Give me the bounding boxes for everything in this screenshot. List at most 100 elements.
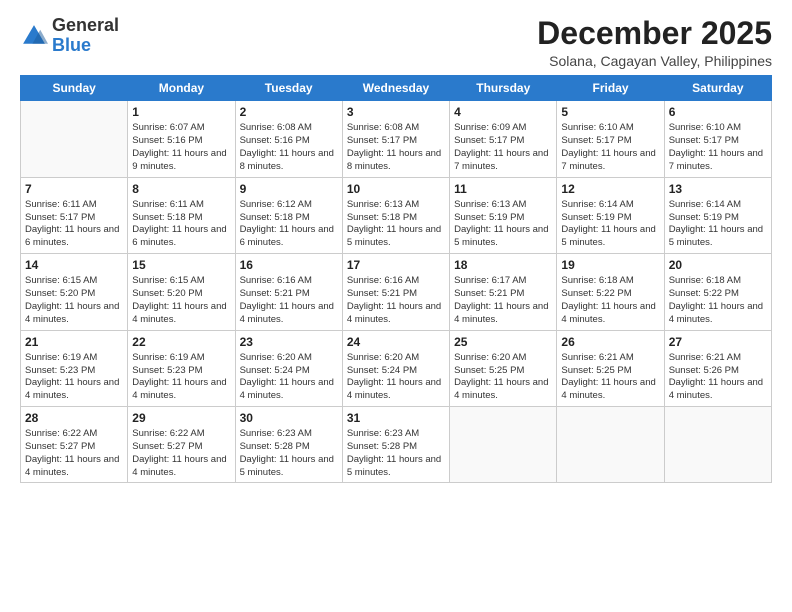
daylight-text: Daylight: 11 hours and 4 minutes.: [669, 301, 767, 327]
col-monday: Monday: [128, 76, 235, 101]
sunrise-text: Sunrise: 6:10 AM: [669, 122, 767, 135]
sunrise-text: Sunrise: 6:23 AM: [347, 428, 445, 441]
sunrise-text: Sunrise: 6:16 AM: [347, 275, 445, 288]
day-number: 14: [25, 257, 123, 273]
sunrise-text: Sunrise: 6:19 AM: [25, 352, 123, 365]
day-number: 30: [240, 410, 338, 426]
daylight-text: Daylight: 11 hours and 4 minutes.: [132, 454, 230, 480]
cell-content: 2Sunrise: 6:08 AMSunset: 5:16 PMDaylight…: [240, 104, 338, 173]
sunrise-text: Sunrise: 6:20 AM: [347, 352, 445, 365]
sunrise-text: Sunrise: 6:13 AM: [454, 199, 552, 212]
col-thursday: Thursday: [450, 76, 557, 101]
daylight-text: Daylight: 11 hours and 8 minutes.: [347, 148, 445, 174]
sunrise-text: Sunrise: 6:08 AM: [347, 122, 445, 135]
sunset-text: Sunset: 5:20 PM: [25, 288, 123, 301]
day-number: 9: [240, 181, 338, 197]
sunset-text: Sunset: 5:25 PM: [454, 365, 552, 378]
daylight-text: Daylight: 11 hours and 8 minutes.: [240, 148, 338, 174]
title-area: December 2025 Solana, Cagayan Valley, Ph…: [537, 16, 772, 69]
cell-content: 20Sunrise: 6:18 AMSunset: 5:22 PMDayligh…: [669, 257, 767, 326]
cell-content: 11Sunrise: 6:13 AMSunset: 5:19 PMDayligh…: [454, 181, 552, 250]
day-number: 18: [454, 257, 552, 273]
sunset-text: Sunset: 5:23 PM: [132, 365, 230, 378]
daylight-text: Daylight: 11 hours and 5 minutes.: [240, 454, 338, 480]
sunrise-text: Sunrise: 6:13 AM: [347, 199, 445, 212]
day-number: 16: [240, 257, 338, 273]
day-number: 20: [669, 257, 767, 273]
sunset-text: Sunset: 5:19 PM: [454, 212, 552, 225]
cell-content: 1Sunrise: 6:07 AMSunset: 5:16 PMDaylight…: [132, 104, 230, 173]
calendar-cell: 29Sunrise: 6:22 AMSunset: 5:27 PMDayligh…: [128, 406, 235, 482]
daylight-text: Daylight: 11 hours and 5 minutes.: [347, 224, 445, 250]
daylight-text: Daylight: 11 hours and 9 minutes.: [132, 148, 230, 174]
col-wednesday: Wednesday: [342, 76, 449, 101]
sunset-text: Sunset: 5:20 PM: [132, 288, 230, 301]
daylight-text: Daylight: 11 hours and 5 minutes.: [347, 454, 445, 480]
daylight-text: Daylight: 11 hours and 4 minutes.: [347, 301, 445, 327]
col-friday: Friday: [557, 76, 664, 101]
calendar-cell: 6Sunrise: 6:10 AMSunset: 5:17 PMDaylight…: [664, 101, 771, 177]
sunrise-text: Sunrise: 6:14 AM: [669, 199, 767, 212]
calendar-cell: 27Sunrise: 6:21 AMSunset: 5:26 PMDayligh…: [664, 330, 771, 406]
calendar-cell: 7Sunrise: 6:11 AMSunset: 5:17 PMDaylight…: [21, 177, 128, 253]
day-number: 7: [25, 181, 123, 197]
sunset-text: Sunset: 5:17 PM: [347, 135, 445, 148]
cell-content: 10Sunrise: 6:13 AMSunset: 5:18 PMDayligh…: [347, 181, 445, 250]
day-number: 4: [454, 104, 552, 120]
sunset-text: Sunset: 5:26 PM: [669, 365, 767, 378]
sunrise-text: Sunrise: 6:15 AM: [25, 275, 123, 288]
day-number: 21: [25, 334, 123, 350]
day-number: 19: [561, 257, 659, 273]
calendar-cell: [664, 406, 771, 482]
day-number: 12: [561, 181, 659, 197]
calendar-week-0: 1Sunrise: 6:07 AMSunset: 5:16 PMDaylight…: [21, 101, 772, 177]
daylight-text: Daylight: 11 hours and 5 minutes.: [561, 224, 659, 250]
day-number: 3: [347, 104, 445, 120]
calendar-header-row: Sunday Monday Tuesday Wednesday Thursday…: [21, 76, 772, 101]
sunrise-text: Sunrise: 6:15 AM: [132, 275, 230, 288]
cell-content: 30Sunrise: 6:23 AMSunset: 5:28 PMDayligh…: [240, 410, 338, 479]
sunset-text: Sunset: 5:21 PM: [454, 288, 552, 301]
sunrise-text: Sunrise: 6:18 AM: [561, 275, 659, 288]
logo-text: General Blue: [52, 16, 119, 56]
sunrise-text: Sunrise: 6:21 AM: [669, 352, 767, 365]
logo-general-text: General: [52, 16, 119, 36]
sunset-text: Sunset: 5:22 PM: [561, 288, 659, 301]
logo: General Blue: [20, 16, 119, 56]
calendar-week-2: 14Sunrise: 6:15 AMSunset: 5:20 PMDayligh…: [21, 254, 772, 330]
calendar-cell: 24Sunrise: 6:20 AMSunset: 5:24 PMDayligh…: [342, 330, 449, 406]
cell-content: 4Sunrise: 6:09 AMSunset: 5:17 PMDaylight…: [454, 104, 552, 173]
sunrise-text: Sunrise: 6:20 AM: [454, 352, 552, 365]
cell-content: 13Sunrise: 6:14 AMSunset: 5:19 PMDayligh…: [669, 181, 767, 250]
calendar-cell: 26Sunrise: 6:21 AMSunset: 5:25 PMDayligh…: [557, 330, 664, 406]
logo-blue-text: Blue: [52, 36, 119, 56]
sunrise-text: Sunrise: 6:22 AM: [25, 428, 123, 441]
calendar-week-3: 21Sunrise: 6:19 AMSunset: 5:23 PMDayligh…: [21, 330, 772, 406]
daylight-text: Daylight: 11 hours and 4 minutes.: [25, 377, 123, 403]
sunset-text: Sunset: 5:16 PM: [132, 135, 230, 148]
sunrise-text: Sunrise: 6:12 AM: [240, 199, 338, 212]
calendar-cell: [21, 101, 128, 177]
cell-content: 5Sunrise: 6:10 AMSunset: 5:17 PMDaylight…: [561, 104, 659, 173]
logo-icon: [20, 22, 48, 50]
sunset-text: Sunset: 5:24 PM: [240, 365, 338, 378]
sunset-text: Sunset: 5:23 PM: [25, 365, 123, 378]
sunrise-text: Sunrise: 6:19 AM: [132, 352, 230, 365]
day-number: 15: [132, 257, 230, 273]
sunrise-text: Sunrise: 6:18 AM: [669, 275, 767, 288]
page: General Blue December 2025 Solana, Cagay…: [0, 0, 792, 612]
sunset-text: Sunset: 5:27 PM: [25, 441, 123, 454]
sunrise-text: Sunrise: 6:09 AM: [454, 122, 552, 135]
sunset-text: Sunset: 5:18 PM: [132, 212, 230, 225]
sunset-text: Sunset: 5:18 PM: [347, 212, 445, 225]
col-tuesday: Tuesday: [235, 76, 342, 101]
sunrise-text: Sunrise: 6:22 AM: [132, 428, 230, 441]
day-number: 29: [132, 410, 230, 426]
sunrise-text: Sunrise: 6:10 AM: [561, 122, 659, 135]
cell-content: 18Sunrise: 6:17 AMSunset: 5:21 PMDayligh…: [454, 257, 552, 326]
calendar-cell: 1Sunrise: 6:07 AMSunset: 5:16 PMDaylight…: [128, 101, 235, 177]
calendar-cell: 31Sunrise: 6:23 AMSunset: 5:28 PMDayligh…: [342, 406, 449, 482]
cell-content: 29Sunrise: 6:22 AMSunset: 5:27 PMDayligh…: [132, 410, 230, 479]
calendar-cell: 3 Sunrise: 6:08 AMSunset: 5:17 PMDaylight…: [342, 101, 449, 177]
daylight-text: Daylight: 11 hours and 4 minutes.: [240, 377, 338, 403]
